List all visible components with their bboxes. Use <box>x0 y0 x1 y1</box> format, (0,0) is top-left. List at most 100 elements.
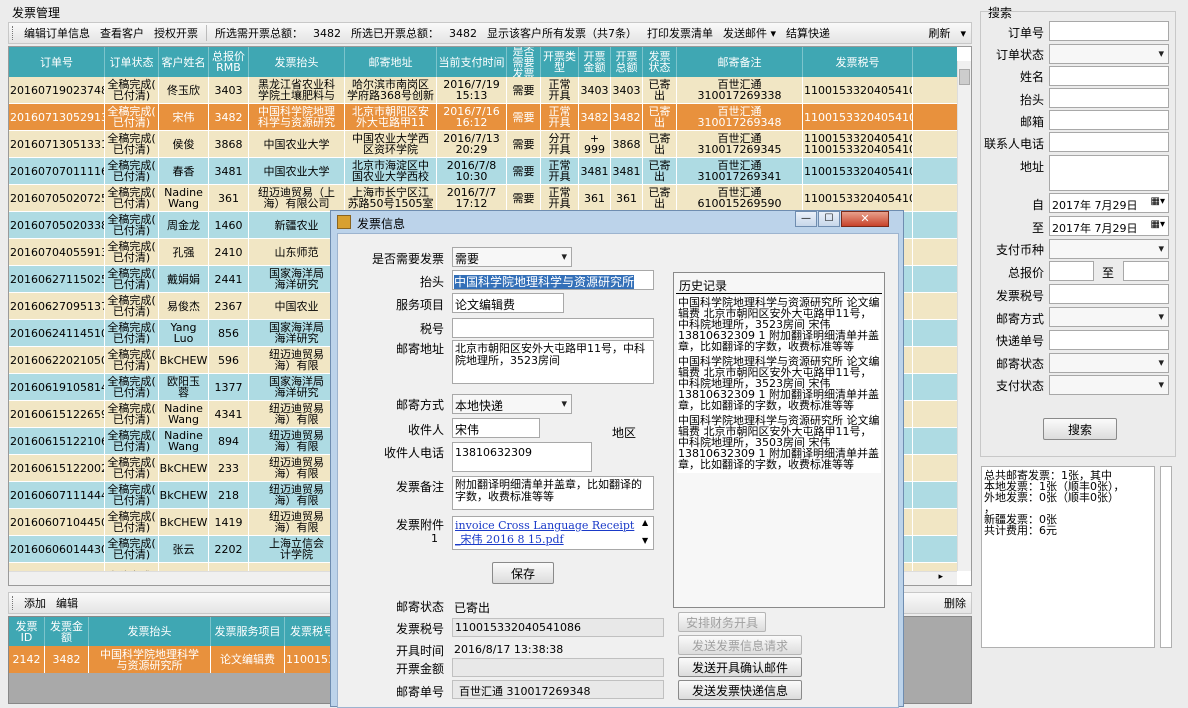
currency-select[interactable] <box>1049 239 1169 259</box>
order-no-input[interactable] <box>1049 21 1169 41</box>
tax-label: 税号 <box>419 322 444 336</box>
address-input[interactable] <box>1049 155 1169 191</box>
delete-button[interactable]: 删除 <box>939 595 971 611</box>
add-button[interactable]: 添加 <box>19 595 51 611</box>
send-express-info-button[interactable]: 发送发票快递信息 <box>678 680 802 700</box>
table-cell: 20160606014430 <box>9 536 105 562</box>
column-header[interactable]: 开票金额 <box>579 47 611 77</box>
table-cell: 218 <box>209 482 249 508</box>
send-confirm-mail-button[interactable]: 发送开具确认邮件 <box>678 657 802 677</box>
tax-no-value: 110015332040541086 <box>455 621 581 634</box>
mail-method-select[interactable]: 本地快递 <box>452 394 572 414</box>
table-cell: 2016/7/13 20:29 <box>437 131 507 157</box>
col-invoice-amount[interactable]: 发票金额 <box>45 617 89 646</box>
phone-input[interactable] <box>1049 132 1169 152</box>
column-header[interactable]: 发票税号 <box>803 47 913 77</box>
mail-method-select[interactable] <box>1049 307 1169 327</box>
maximize-icon[interactable]: ☐ <box>818 211 840 227</box>
history-entry[interactable]: 中国科学院地理科学与资源研究所 论文编辑费 北京市朝阳区安外大屯路甲11号，中科… <box>677 355 881 414</box>
pay-status-select[interactable] <box>1049 375 1169 395</box>
mail-status-select[interactable] <box>1049 353 1169 373</box>
arrange-finance-button[interactable]: 安排财务开具 <box>678 612 766 632</box>
history-entry[interactable]: 中国科学院地理科学与资源研究所 论文编辑费 北京市朝阳区安外大屯路甲11号，中科… <box>677 414 881 473</box>
table-cell: Yang Luo <box>159 320 209 346</box>
calendar-icon[interactable]: ▦▾ <box>1151 196 1165 207</box>
column-header[interactable]: 发票抬头 <box>249 47 345 77</box>
scroll-down-icon[interactable]: ▼ <box>642 536 648 545</box>
table-cell: 11001533204054108 <box>803 185 913 211</box>
send-invoice-request-button[interactable]: 发送发票信息请求 <box>678 635 802 655</box>
table-cell: 20160607104450 <box>9 509 105 535</box>
column-header[interactable]: 开票类型 <box>541 47 579 77</box>
address-field[interactable]: 北京市朝阳区安外大屯路甲11号，中科院地理所，3523房间 <box>452 340 654 384</box>
column-header[interactable]: 开票总额 <box>611 47 643 77</box>
toolbar-grip[interactable] <box>12 26 15 40</box>
date-from-picker[interactable]: 2017年 7月29日 ▦▾ <box>1049 193 1169 213</box>
invoice-row[interactable]: 2142 3482 中国科学院地理科学 与资源研究所 论文编辑费 1100153 <box>9 646 339 673</box>
table-cell: 20160704055913 <box>9 239 105 265</box>
send-mail-dropdown[interactable]: 发送邮件 ▾ <box>718 25 781 41</box>
table-row[interactable]: 20160713051331 全稿完成( 已付清) 侯俊 3868 中国农业大学 中国农业… <box>9 131 957 158</box>
email-input[interactable] <box>1049 110 1169 130</box>
column-header[interactable]: 邮寄地址 <box>345 47 437 77</box>
history-list[interactable]: 中国科学院地理科学与资源研究所 论文编辑费 北京市朝阳区安外大屯路甲11号，中科… <box>677 296 881 473</box>
column-header[interactable]: 订单号 <box>9 47 105 77</box>
column-header[interactable]: 发票状态 <box>643 47 677 77</box>
save-button[interactable]: 保存 <box>492 562 554 584</box>
recipient-field[interactable]: 宋伟 <box>452 418 540 438</box>
tax-field[interactable] <box>452 318 654 338</box>
phone-value: 13810632309 <box>455 446 532 459</box>
scroll-right-icon[interactable]: ▸ <box>938 572 943 582</box>
phone-field[interactable]: 13810632309 <box>452 442 592 472</box>
address-label: 地址 <box>1019 160 1044 174</box>
close-icon[interactable]: ✕ <box>841 211 889 227</box>
total-max-input[interactable] <box>1123 261 1169 281</box>
service-field[interactable]: 论文编辑费 <box>452 293 564 313</box>
edit-order-button[interactable]: 编辑订单信息 <box>19 25 95 41</box>
overflow-chevron-icon[interactable]: ▾ <box>955 27 971 40</box>
col-invoice-id[interactable]: 发票ID <box>9 617 45 646</box>
total-min-input[interactable] <box>1049 261 1094 281</box>
tax-no-input[interactable] <box>1049 284 1169 304</box>
remark-field[interactable]: 附加翻译明细清单并盖章，比如翻译的字数，收费标准等等 <box>452 476 654 510</box>
toolbar-grip-2[interactable] <box>12 596 15 610</box>
column-header[interactable]: 当前支付时间 <box>437 47 507 77</box>
name-input[interactable] <box>1049 66 1169 86</box>
need-invoice-value: 需要 <box>455 252 480 266</box>
history-entry[interactable]: 中国科学院地理科学与资源研究所 论文编辑费 北京市朝阳区安外大屯路甲11号，中科… <box>677 296 881 355</box>
minimize-icon[interactable]: — <box>795 211 817 227</box>
header-field[interactable]: 中国科学院地理科学与资源研究所 <box>452 270 654 290</box>
search-button[interactable]: 搜索 <box>1043 418 1117 440</box>
col-invoice-service[interactable]: 发票服务项目 <box>211 617 285 646</box>
authorize-invoice-button[interactable]: 授权开票 <box>149 25 203 41</box>
table-row[interactable]: 20160707011116 全稿完成( 已付清) 春香 3481 中国农业大学 北京市海… <box>9 158 957 185</box>
table-cell: 20160615122002 <box>9 455 105 481</box>
show-all-invoices-button[interactable]: 显示该客户所有发票（共7条） <box>482 25 642 41</box>
vertical-scrollbar[interactable] <box>957 61 971 571</box>
table-row[interactable]: 20160705020725 全稿完成( 已付清) Nadine Wang 361 纽迈… <box>9 185 957 212</box>
table-row[interactable]: 20160713052913 全稿完成( 已付清) 宋伟 3482 中国科学院地理 科学… <box>9 104 957 131</box>
column-header[interactable]: 邮寄备注 <box>677 47 803 77</box>
order-status-select[interactable] <box>1049 44 1169 64</box>
column-header[interactable]: 总报价RMB <box>209 47 249 77</box>
scroll-up-icon[interactable]: ▲ <box>642 518 648 527</box>
table-cell: 正常 开具 <box>541 185 579 211</box>
column-header[interactable]: 是否需要发票 <box>507 47 541 77</box>
attachment-link[interactable]: invoice Cross Language Receipt _宋伟 2016 … <box>452 516 654 550</box>
print-list-button[interactable]: 打印发票清单 <box>642 25 718 41</box>
date-to-picker[interactable]: 2017年 7月29日 ▦▾ <box>1049 216 1169 236</box>
edit-button[interactable]: 编辑 <box>51 595 83 611</box>
quick-settle-button[interactable]: 结算快递 <box>781 25 835 41</box>
refresh-button[interactable]: 刷新 <box>923 25 955 41</box>
column-header[interactable]: 订单状态 <box>105 47 159 77</box>
table-cell: 20160619105814 <box>9 374 105 400</box>
scroll-thumb[interactable] <box>959 69 970 85</box>
column-header[interactable]: 客户姓名 <box>159 47 209 77</box>
express-no-input[interactable] <box>1049 330 1169 350</box>
view-customer-button[interactable]: 查看客户 <box>95 25 149 41</box>
calendar-icon[interactable]: ▦▾ <box>1151 219 1165 230</box>
col-invoice-header[interactable]: 发票抬头 <box>89 617 211 646</box>
table-row[interactable]: 20160719023748 全稿完成( 已付清) 佟玉欣 3403 黑龙江省农业科 学… <box>9 77 957 104</box>
need-invoice-select[interactable]: 需要 <box>452 247 572 267</box>
header-input[interactable] <box>1049 88 1169 108</box>
